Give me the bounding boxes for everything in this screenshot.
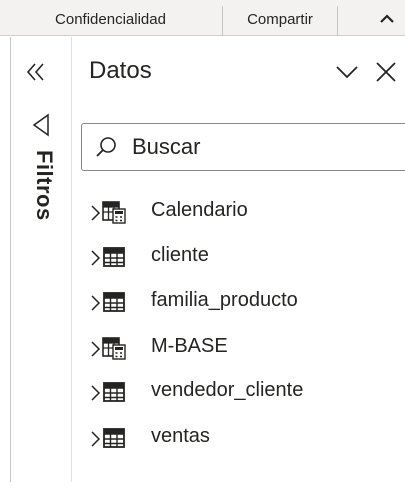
- chevron-right-icon[interactable]: [88, 293, 102, 313]
- chevron-down-icon[interactable]: [335, 62, 359, 82]
- filter-icon: [31, 112, 51, 138]
- close-icon[interactable]: [374, 60, 398, 84]
- table-icon: [102, 245, 126, 269]
- confidentiality-button[interactable]: Confidencialidad: [0, 0, 221, 36]
- list-item[interactable]: ventas: [88, 421, 405, 455]
- top-toolbar: Confidencialidad Compartir: [0, 0, 405, 36]
- double-chevron-left-icon[interactable]: [22, 58, 50, 86]
- list-item-label: familia_producto: [151, 289, 298, 311]
- list-item-label: vendedor_cliente: [151, 379, 304, 401]
- chevron-up-icon[interactable]: [375, 8, 399, 30]
- share-button[interactable]: Compartir: [224, 0, 336, 36]
- list-item-label: M-BASE: [151, 335, 228, 357]
- list-item[interactable]: M-BASE: [88, 331, 405, 365]
- pane-title: Datos: [89, 57, 152, 84]
- calculated-table-icon: [102, 200, 126, 224]
- filters-pane-collapsed[interactable]: [10, 37, 72, 482]
- chevron-right-icon[interactable]: [88, 203, 102, 223]
- list-item-label: cliente: [151, 244, 209, 266]
- table-icon: [102, 426, 126, 450]
- list-item-label: Calendario: [151, 199, 248, 221]
- chevron-right-icon[interactable]: [88, 383, 102, 403]
- chevron-right-icon[interactable]: [88, 248, 102, 268]
- chevron-right-icon[interactable]: [88, 429, 102, 449]
- toolbar-divider: [337, 6, 338, 36]
- list-item[interactable]: familia_producto: [88, 285, 405, 319]
- search-icon: [94, 135, 118, 159]
- list-item-label: ventas: [151, 425, 210, 447]
- table-icon: [102, 380, 126, 404]
- table-icon: [102, 290, 126, 314]
- list-item[interactable]: cliente: [88, 240, 405, 274]
- chevron-right-icon[interactable]: [88, 339, 102, 359]
- calculated-table-icon: [102, 336, 126, 360]
- search-input[interactable]: [132, 128, 392, 166]
- list-item[interactable]: vendedor_cliente: [88, 375, 405, 409]
- toolbar-divider: [222, 6, 223, 36]
- filters-label[interactable]: Filtros: [27, 150, 57, 250]
- list-item[interactable]: Calendario: [88, 195, 405, 229]
